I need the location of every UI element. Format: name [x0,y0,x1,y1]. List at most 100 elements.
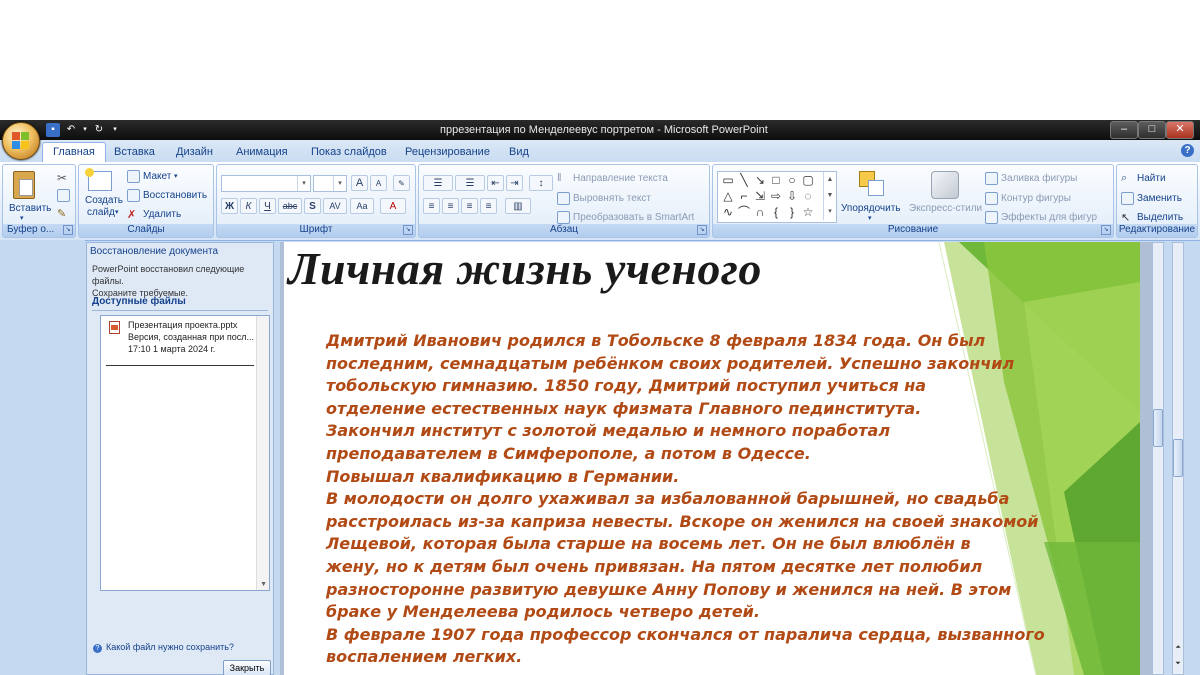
oval-shape-icon[interactable]: ○ [784,173,800,187]
copy-icon[interactable] [57,189,70,202]
curve-shape-icon[interactable]: ∩ [752,205,768,219]
paragraph-launcher-icon[interactable]: ↘ [697,225,707,235]
increase-indent-icon[interactable]: ⇥ [506,175,523,191]
align-right-icon[interactable]: ≡ [461,198,478,214]
save-icon[interactable]: ▪ [46,123,60,137]
minimize-button[interactable]: – [1110,121,1138,139]
italic-button[interactable]: К [240,198,257,214]
slide-body-text[interactable]: Дмитрий Иванович родился в Тобольске 8 ф… [326,330,1096,669]
tab-design[interactable]: Дизайн [176,146,213,158]
quick-styles-button[interactable]: Экспресс-стили [909,203,982,214]
text-direction-button[interactable]: Направление текста [573,173,668,184]
slide-canvas[interactable]: Личная жизнь ученого Дмитрий Иванович ро… [284,242,1140,675]
paste-button[interactable]: Вставить [9,203,51,214]
new-slide-button[interactable]: слайд [87,207,115,218]
format-painter-icon[interactable]: ✎ [57,207,70,220]
tab-view[interactable]: Вид [509,146,529,158]
align-left-icon[interactable]: ≡ [423,198,440,214]
numbering-icon[interactable]: ☰ [455,175,485,191]
maximize-button[interactable]: □ [1138,121,1166,139]
shadow-button[interactable]: S [304,198,321,214]
right-arrow-shape-icon[interactable]: ⇨ [768,189,784,203]
close-recovery-button[interactable]: Закрыть [223,660,271,675]
underline-button[interactable]: Ч [259,198,276,214]
change-case-button[interactable]: Aa [350,198,374,214]
grow-font-button[interactable]: A [351,175,368,191]
delete-button[interactable]: Удалить [143,209,181,220]
customize-toolbar-icon[interactable]: ▾ [108,123,122,137]
down-arrow-shape-icon[interactable]: ⇩ [784,189,800,203]
align-center-icon[interactable]: ≡ [442,198,459,214]
arc-shape-icon[interactable]: ⌒ [736,205,752,219]
arrange-button[interactable]: Упорядочить [841,203,901,214]
layout-dropdown-icon[interactable]: ▾ [174,172,178,180]
line-spacing-icon[interactable]: ↕ [529,175,553,191]
rectangle-shape-icon[interactable]: □ [768,173,784,187]
redo-icon[interactable]: ↻ [92,123,106,137]
cut-icon[interactable]: ✂ [57,171,70,185]
shape-outline-button[interactable]: Контур фигуры [1001,193,1071,204]
reset-button[interactable]: Восстановить [143,190,207,201]
align-text-button[interactable]: Выровнять текст [573,193,651,204]
elbow-connector-icon[interactable]: ⌐ [736,189,752,203]
find-button[interactable]: Найти [1137,173,1166,184]
triangle-shape-icon[interactable]: △ [720,189,736,203]
tab-home[interactable]: Главная [42,142,106,162]
textbox-shape-icon[interactable]: ▭ [720,173,736,187]
columns-icon[interactable]: ▥ [505,198,531,214]
which-file-link[interactable]: ? Какой файл нужно сохранить? [93,642,234,653]
rounded-rect-shape-icon[interactable]: ▢ [800,173,816,187]
tab-slide-show[interactable]: Показ слайдов [311,146,387,158]
prev-slide-icon[interactable]: ⏶ [1173,643,1183,653]
elbow-arrow-icon[interactable]: ⇲ [752,189,768,203]
font-color-button[interactable]: A [380,198,406,214]
freeform-shape-icon[interactable]: ∿ [720,205,736,219]
callout-shape-icon[interactable]: ◌ [800,189,816,203]
char-spacing-button[interactable]: AV [323,198,347,214]
drawing-launcher-icon[interactable]: ↘ [1101,225,1111,235]
vertical-scroll-thumb[interactable] [1173,439,1183,477]
left-brace-shape-icon[interactable]: { [768,205,784,219]
decrease-indent-icon[interactable]: ⇤ [487,175,504,191]
select-button[interactable]: Выделить [1137,212,1183,223]
inner-scrollbar[interactable] [1152,242,1164,675]
shapes-gallery[interactable]: ▭ ╲ ↘ □ ○ ▢ △ ⌐ ⇲ ⇨ ⇩ ◌ ∿ ⌒ ∩ { } ☆ ▲ ▼ ▾ [717,171,837,223]
arrow-line-shape-icon[interactable]: ↘ [752,173,768,187]
help-icon[interactable]: ? [1181,144,1194,157]
clear-formatting-icon[interactable]: ✎ [393,175,410,191]
file-list-scrollbar[interactable]: ▼ [256,316,269,590]
paste-dropdown-icon[interactable]: ▾ [20,214,24,222]
font-name-combo[interactable]: ▾ [221,175,311,192]
shapes-gallery-scroll-icon[interactable]: ▲ ▼ ▾ [823,172,836,220]
right-brace-shape-icon[interactable]: } [784,205,800,219]
font-size-combo[interactable]: ▾ [313,175,347,192]
shrink-font-button[interactable]: A [370,175,387,191]
next-slide-icon[interactable]: ⏷ [1173,659,1183,669]
tab-animation[interactable]: Анимация [236,146,288,158]
clipboard-launcher-icon[interactable]: ↘ [63,225,73,235]
vertical-scrollbar[interactable]: ⏶ ⏷ [1172,242,1184,675]
undo-dropdown-icon[interactable]: ▾ [78,123,92,137]
justify-icon[interactable]: ≡ [480,198,497,214]
arrange-dropdown-icon[interactable]: ▾ [868,214,872,222]
tab-insert[interactable]: Вставка [114,146,155,158]
office-button[interactable] [2,122,40,160]
new-slide-label[interactable]: Создать [85,195,123,206]
layout-button[interactable]: Макет [143,171,171,182]
recovered-file-name[interactable]: Презентация проекта.pptx [128,320,237,330]
close-window-button[interactable]: ✕ [1166,121,1194,139]
undo-icon[interactable]: ↶ [64,123,78,137]
line-shape-icon[interactable]: ╲ [736,173,752,187]
new-slide-dropdown-icon[interactable]: ▾ [115,208,119,216]
inner-scroll-thumb[interactable] [1153,409,1163,447]
replace-button[interactable]: Заменить [1137,193,1182,204]
shape-effects-button[interactable]: Эффекты для фигур [1001,212,1097,223]
slide-title[interactable]: Личная жизнь ученого [288,242,762,295]
strikethrough-button[interactable]: abc [278,198,302,214]
bullets-icon[interactable]: ☰ [423,175,453,191]
font-launcher-icon[interactable]: ↘ [403,225,413,235]
bold-button[interactable]: Ж [221,198,238,214]
smartart-button[interactable]: Преобразовать в SmartArt [573,212,694,223]
star-shape-icon[interactable]: ☆ [800,205,816,219]
tab-review[interactable]: Рецензирование [405,146,490,158]
